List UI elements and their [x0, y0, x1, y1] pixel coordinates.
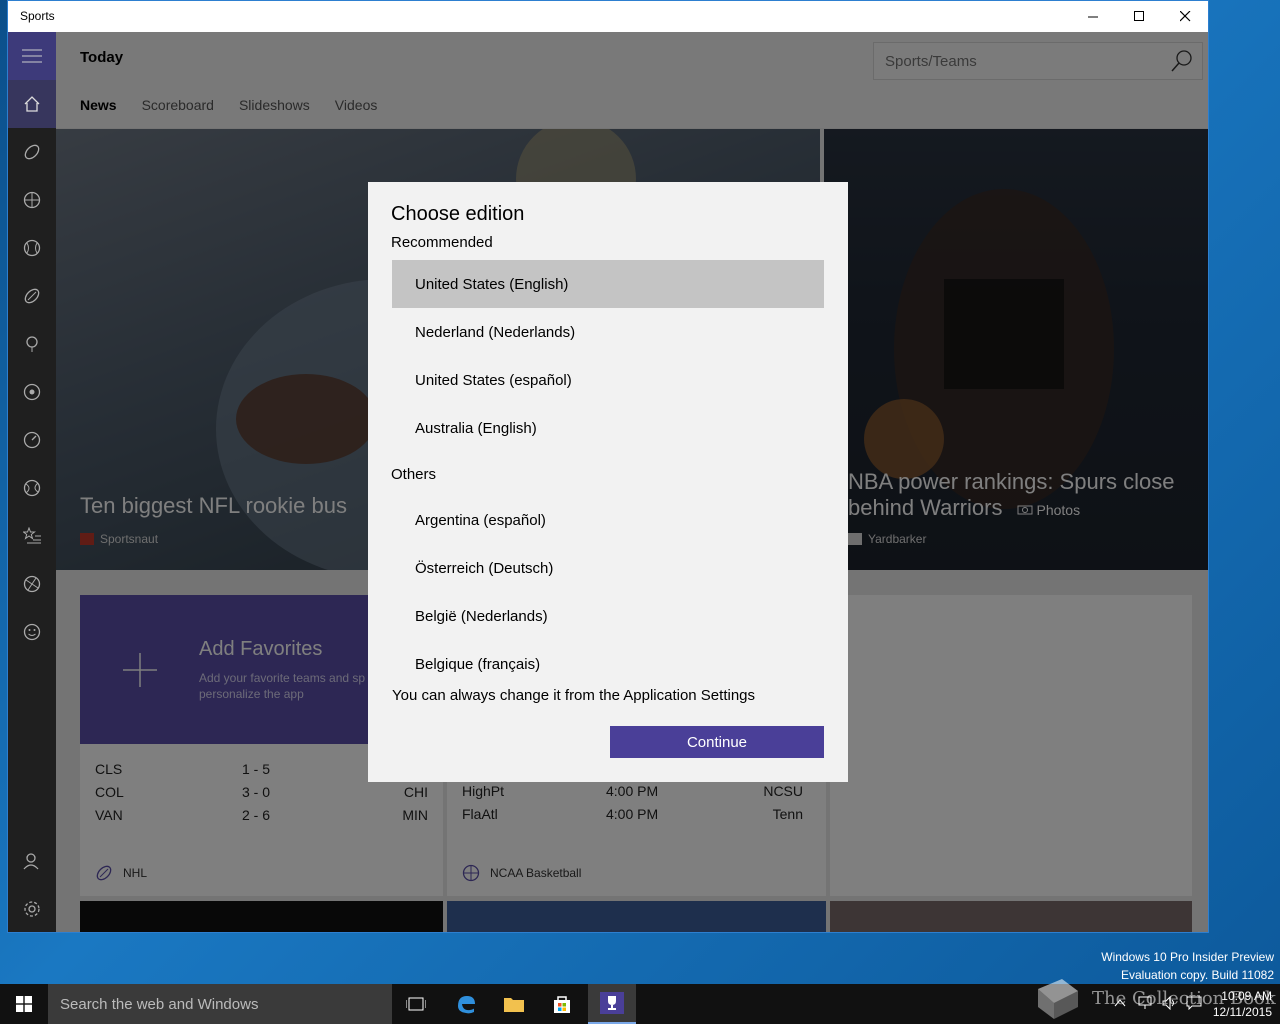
edition-option[interactable]: United States (English) [392, 260, 824, 308]
book-logo-icon [1038, 979, 1078, 1019]
nav-hockey[interactable] [8, 272, 56, 320]
windows-logo-icon [16, 996, 32, 1012]
hamburger-menu-button[interactable] [8, 32, 56, 80]
account-icon [23, 853, 39, 870]
nav-basketball[interactable] [8, 176, 56, 224]
home-icon [24, 96, 40, 112]
watermark-line-2: Evaluation copy. Build 11082 [1121, 968, 1274, 982]
maximize-icon [1133, 11, 1144, 21]
nav-settings[interactable] [8, 885, 56, 932]
nav-baseball[interactable] [8, 224, 56, 272]
windows-watermark: Windows 10 Pro Insider Preview Evaluatio… [1101, 948, 1274, 984]
nav-account[interactable] [8, 837, 56, 885]
continue-button[interactable]: Continue [610, 726, 824, 758]
nav-fantasy[interactable] [8, 512, 56, 560]
brand-watermark-text: The Collection Book [1092, 988, 1276, 1009]
task-view-button[interactable] [392, 984, 440, 1024]
close-button[interactable] [1162, 1, 1208, 32]
title-bar[interactable]: Sports [8, 1, 1208, 32]
sports-app-taskbar-button[interactable] [588, 984, 636, 1024]
sports-more-icon [23, 575, 41, 593]
store-button[interactable] [538, 984, 586, 1024]
hamburger-icon [22, 49, 42, 63]
tennis-icon [23, 479, 41, 497]
nav-more-sports[interactable] [8, 560, 56, 608]
edition-option[interactable]: Argentina (español) [392, 496, 824, 544]
football-icon [24, 144, 40, 160]
nav-golf[interactable] [8, 320, 56, 368]
settings-icon [24, 901, 40, 917]
edition-option[interactable]: Australia (English) [392, 404, 824, 452]
store-bag-icon [554, 996, 570, 1013]
basketball-icon [23, 191, 41, 209]
edition-option[interactable]: Österreich (Deutsch) [392, 544, 824, 592]
golf-icon [26, 336, 38, 352]
baseball-icon [23, 239, 41, 257]
maximize-button[interactable] [1116, 1, 1162, 32]
trophy-icon [600, 992, 624, 1014]
taskbar: Search the web and Windows 10:09 AM 12/1… [0, 984, 1280, 1024]
hockey-icon [24, 288, 40, 304]
edition-option[interactable]: België (Nederlands) [392, 592, 824, 640]
folder-icon [504, 998, 524, 1012]
soccer-icon [23, 383, 41, 401]
nav-soccer[interactable] [8, 368, 56, 416]
edition-option[interactable]: Nederland (Nederlands) [392, 308, 824, 356]
edition-option[interactable]: United States (español) [392, 356, 824, 404]
fantasy-icon [23, 527, 41, 544]
task-view-icon [406, 997, 426, 1011]
others-label: Others [391, 466, 437, 483]
smiley-icon [23, 623, 41, 641]
racing-icon [23, 431, 41, 449]
window-title: Sports [20, 9, 55, 23]
file-explorer-button[interactable] [490, 984, 538, 1024]
settings-hint: You can always change it from the Applic… [392, 687, 756, 704]
minimize-icon [1087, 16, 1098, 18]
navigation-rail [8, 32, 56, 932]
edge-button[interactable] [442, 984, 490, 1024]
taskbar-search-box[interactable]: Search the web and Windows [48, 984, 392, 1024]
minimize-button[interactable] [1070, 1, 1116, 32]
dialog-title: Choose edition [391, 203, 525, 225]
watermark-line-1: Windows 10 Pro Insider Preview [1101, 950, 1274, 964]
nav-feedback[interactable] [8, 608, 56, 656]
close-icon [1179, 11, 1190, 22]
nav-racing[interactable] [8, 416, 56, 464]
recommended-label: Recommended [391, 234, 493, 251]
nav-football[interactable] [8, 128, 56, 176]
edition-option[interactable]: Belgique (français) [392, 640, 824, 688]
nav-tennis[interactable] [8, 464, 56, 512]
nav-home[interactable] [8, 80, 56, 128]
edge-browser-icon [458, 996, 475, 1014]
choose-edition-dialog: Choose edition Recommended United States… [368, 182, 848, 782]
start-button[interactable] [0, 984, 48, 1024]
